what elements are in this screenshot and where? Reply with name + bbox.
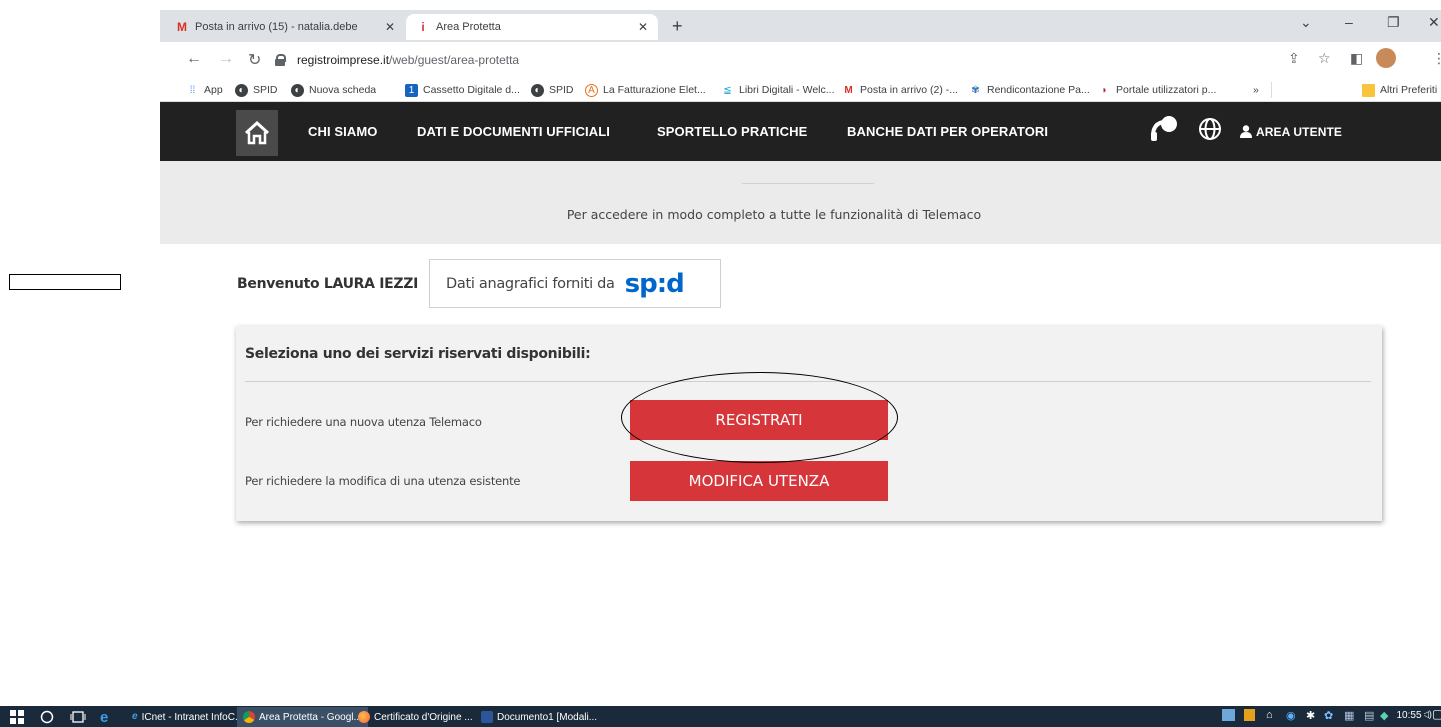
side-panel-icon[interactable]: ◧ — [1350, 50, 1363, 67]
security-shield-icon[interactable]: ◆ — [1380, 709, 1388, 722]
bookmark-item[interactable]: ◐ Nuova scheda — [291, 82, 376, 98]
bookmark-item[interactable]: ◐ SPID — [235, 82, 278, 98]
windows-start-icon[interactable] — [10, 707, 24, 727]
notifications-icon[interactable]: ▢ — [1432, 707, 1441, 721]
globe-icon: ◐ — [291, 83, 304, 97]
taskbar-app[interactable]: Area Protetta - Googl... — [237, 707, 368, 727]
menu-kebab-icon[interactable]: ⋮ — [1432, 50, 1441, 67]
tab-close-icon[interactable]: ✕ — [638, 20, 648, 34]
new-tab-button[interactable]: + — [672, 16, 683, 37]
nav-chi-siamo[interactable]: CHI SIAMO — [308, 124, 378, 139]
modifica-utenza-button[interactable]: MODIFICA UTENZA — [630, 461, 888, 501]
services-title: Seleziona uno dei servizi riservati disp… — [245, 346, 591, 362]
bookmarks-divider — [1271, 82, 1272, 98]
share-icon[interactable]: ⇪ — [1288, 50, 1300, 67]
close-window-icon[interactable]: ✕ — [1428, 14, 1440, 31]
task-view-icon[interactable] — [70, 707, 86, 727]
address-bar[interactable]: registroimprese.it /web/guest/area-prote… — [275, 48, 1275, 72]
tray-app-icon[interactable] — [1244, 709, 1255, 721]
reload-icon[interactable]: ↻ — [248, 50, 261, 70]
home-icon — [244, 121, 270, 145]
portale-icon: ◗ — [1101, 84, 1108, 96]
language-globe-icon[interactable] — [1198, 117, 1222, 144]
service-row-text: Per richiedere una nuova utenza Telemaco — [245, 415, 482, 429]
keyboard-icon[interactable]: ▦ — [1344, 709, 1354, 722]
tray-app-icon[interactable]: ✿ — [1324, 709, 1333, 722]
tab-gmail[interactable]: M Posta in arrivo (15) - natalia.debe ✕ — [165, 14, 405, 40]
ie-icon: e — [132, 711, 138, 722]
url-host: registroimprese.it — [297, 53, 390, 67]
globe-icon: ◐ — [235, 83, 248, 97]
bookmark-item[interactable]: 1 Cassetto Digitale d... — [405, 82, 520, 98]
usb-icon[interactable]: ⌂ — [1266, 709, 1273, 721]
spid-logo: sp:d — [624, 268, 685, 299]
bookmark-item[interactable]: ⁞⁞ App — [186, 82, 223, 98]
home-button[interactable] — [236, 110, 278, 156]
taskbar-app[interactable]: Certificato d'Origine ... — [352, 707, 479, 727]
hero-text: Per accedere in modo completo a tutte le… — [566, 207, 982, 222]
taskbar-app[interactable]: Documento1 [Modali... — [475, 707, 603, 727]
bookmark-star-icon[interactable]: ☆ — [1318, 50, 1331, 67]
bookmark-item[interactable]: ✾ Rendicontazione Pa... — [969, 82, 1089, 98]
nav-sportello-pratiche[interactable]: SPORTELLO PRATICHE — [657, 124, 807, 139]
search-icon[interactable] — [40, 707, 54, 727]
cassetto-icon: 1 — [405, 83, 418, 97]
lock-icon — [275, 54, 286, 66]
minimize-icon[interactable]: – — [1345, 14, 1353, 30]
annotation-rectangle — [9, 274, 121, 290]
tab-close-icon[interactable]: ✕ — [385, 20, 395, 34]
rendicontazione-icon: ✾ — [971, 84, 980, 96]
support-headset-icon[interactable] — [1149, 114, 1181, 147]
tray-app-icon[interactable] — [1222, 709, 1235, 721]
libri-icon: ≦ — [723, 84, 732, 96]
hero-divider — [742, 183, 874, 184]
globe-icon: ◐ — [531, 83, 544, 97]
tab-area-protetta[interactable]: i Area Protetta ✕ — [406, 14, 658, 40]
restore-icon[interactable]: ❐ — [1387, 14, 1400, 31]
spid-label: Dati anagrafici forniti da — [446, 275, 615, 292]
display-icon[interactable]: ▤ — [1364, 709, 1374, 722]
spid-provider-box: Dati anagrafici forniti da sp:d — [429, 259, 721, 308]
bookmark-item[interactable]: A La Fatturazione Elet... — [585, 82, 706, 98]
bookmark-item[interactable]: ◐ SPID — [531, 82, 574, 98]
back-icon[interactable]: ← — [186, 50, 202, 68]
user-icon — [1240, 125, 1252, 141]
other-bookmarks-folder[interactable]: Altri Preferiti — [1362, 82, 1437, 98]
tab-title: Area Protetta — [436, 21, 501, 33]
edge-icon[interactable]: e — [100, 707, 108, 727]
hero-banner — [160, 161, 1441, 244]
taskbar-app[interactable]: e ICnet - Intranet InfoC... — [126, 707, 249, 727]
folder-icon — [1362, 83, 1375, 97]
nav-dati-documenti[interactable]: DATI E DOCUMENTI UFFICIALI — [417, 124, 610, 139]
forward-icon[interactable]: → — [218, 50, 234, 68]
gmail-icon: M — [177, 20, 187, 34]
taskbar-clock[interactable]: 10:55 — [1394, 710, 1424, 721]
infocamere-icon: i — [421, 20, 425, 34]
fatturazione-icon: A — [585, 83, 598, 97]
chrome-icon — [243, 711, 255, 723]
bluetooth-icon[interactable]: ✱ — [1306, 709, 1315, 722]
word-icon — [481, 711, 493, 723]
annotation-ellipse — [621, 372, 898, 463]
bookmark-item[interactable]: M Posta in arrivo (2) -... — [842, 82, 958, 98]
apps-grid-icon: ⁞⁞ — [189, 84, 196, 96]
service-row-text: Per richiedere la modifica di una utenza… — [245, 474, 521, 488]
bookmarks-overflow-button[interactable]: » — [1253, 82, 1259, 98]
tray-app-icon[interactable]: ◉ — [1286, 709, 1296, 722]
welcome-text: Benvenuto LAURA IEZZI — [237, 276, 419, 292]
profile-avatar-icon[interactable] — [1376, 48, 1396, 68]
bookmark-item[interactable]: ◗ Portale utilizzatori p... — [1098, 82, 1216, 98]
tab-title: Posta in arrivo (15) - natalia.debe — [195, 21, 358, 33]
firefox-icon — [358, 711, 370, 723]
gmail-icon: M — [844, 84, 853, 96]
tab-search-icon[interactable]: ⌄ — [1300, 14, 1312, 31]
bookmark-item[interactable]: ≦ Libri Digitali - Welc... — [721, 82, 834, 98]
nav-banche-dati[interactable]: BANCHE DATI PER OPERATORI — [847, 124, 1048, 139]
url-path: /web/guest/area-protetta — [389, 53, 520, 67]
nav-area-utente[interactable]: AREA UTENTE — [1256, 125, 1342, 139]
